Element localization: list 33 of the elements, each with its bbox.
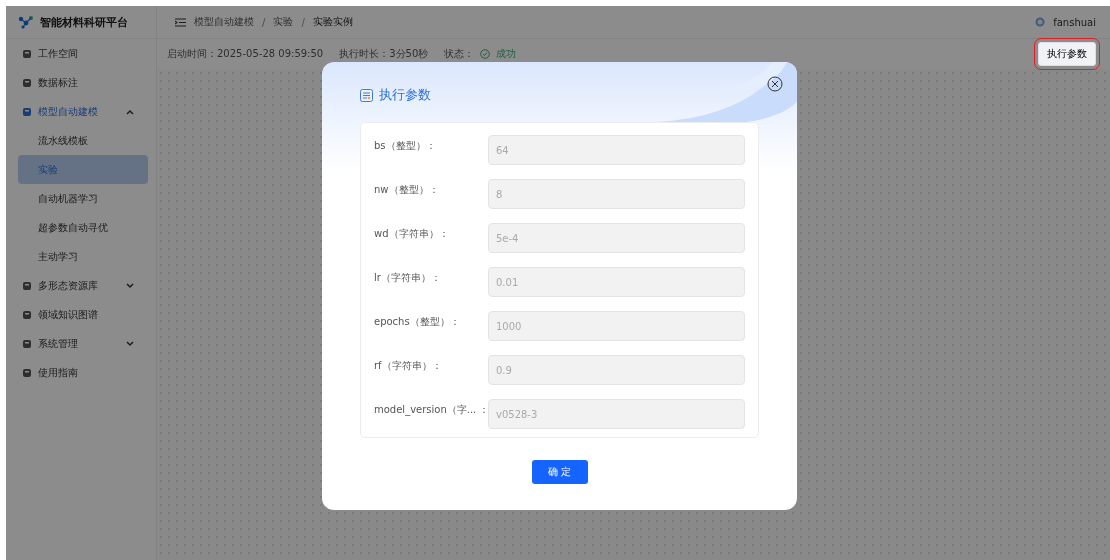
molecule-logo-icon: [18, 15, 34, 29]
confirm-button[interactable]: 确 定: [531, 460, 588, 484]
field-label: bs（整型）：: [374, 139, 437, 153]
breadcrumb-separator: /: [262, 16, 266, 28]
breadcrumb-separator: /: [301, 16, 305, 28]
sidebar-item[interactable]: 工作空间: [6, 39, 156, 68]
status-label: 状态：: [444, 47, 475, 61]
sidebar-subitem[interactable]: 超参数自动寻优: [18, 213, 148, 242]
status-text: 成功: [496, 47, 517, 61]
sidebar-item[interactable]: 领域知识图谱: [6, 300, 156, 329]
field-label: nw（整型）：: [374, 183, 440, 197]
close-icon[interactable]: [767, 76, 783, 92]
list-icon: [360, 88, 373, 102]
dialog-title: 执行参数: [379, 86, 431, 104]
user-name[interactable]: fanshuai: [1053, 16, 1096, 28]
field-label: wd（字符串）：: [374, 227, 450, 241]
start-time: 启动时间：2025-05-28 09:59:50: [167, 47, 324, 61]
sidebar-subitem[interactable]: 流水线模板: [18, 126, 148, 155]
sidebar-subitem[interactable]: 自动机器学习: [18, 184, 148, 213]
sidebar-subitem[interactable]: 主动学习: [18, 242, 148, 271]
app-title: 智能材料科研平台: [40, 14, 128, 30]
duration: 执行时长：3分50秒: [339, 47, 429, 61]
breadcrumb-item[interactable]: 实验: [273, 15, 294, 29]
field-label: rf（字符串）：: [374, 359, 443, 373]
field-label: lr（字符串）：: [374, 271, 442, 285]
sidebar-item[interactable]: 数据标注: [6, 68, 156, 97]
sidebar-item[interactable]: 使用指南: [6, 358, 156, 387]
breadcrumb-item[interactable]: 模型自动建模: [194, 15, 254, 29]
breadcrumb-item: 实验实例: [312, 15, 353, 29]
sidebar-item[interactable]: 系统管理: [6, 329, 156, 358]
sidebar-item[interactable]: 模型自动建模: [6, 97, 156, 126]
sidebar-item[interactable]: 多形态资源库: [6, 271, 156, 300]
field-label: epochs（整型）：: [374, 315, 461, 329]
